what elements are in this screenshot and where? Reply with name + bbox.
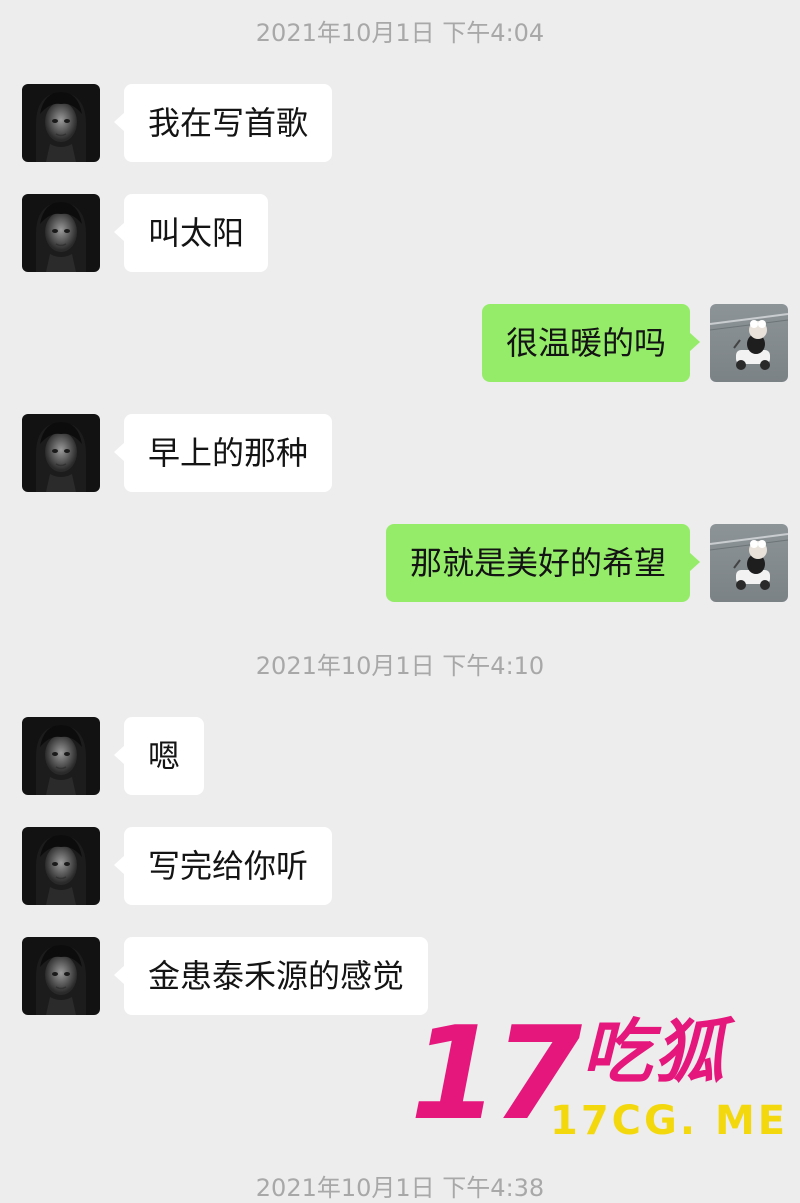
dark-portrait-icon [22, 937, 100, 1015]
contact-avatar[interactable] [22, 194, 100, 272]
dark-portrait-icon [22, 414, 100, 492]
dark-portrait-icon [22, 827, 100, 905]
contact-avatar[interactable] [22, 84, 100, 162]
contact-avatar[interactable] [22, 937, 100, 1015]
message-bubble-incoming[interactable]: 早上的那种 [113, 414, 333, 492]
dark-portrait-icon [22, 194, 100, 272]
message-bubble-incoming[interactable]: 金患泰禾源的感觉 [113, 937, 429, 1015]
watermark-name: 吃狐 [582, 1011, 726, 1093]
message-bubble-incoming[interactable]: 写完给你听 [113, 827, 333, 905]
contact-avatar[interactable] [22, 717, 100, 795]
message-bubble-outgoing[interactable]: 那就是美好的希望 [385, 524, 701, 602]
contact-avatar[interactable] [22, 827, 100, 905]
message-bubble-outgoing[interactable]: 很温暖的吗 [481, 304, 701, 382]
timestamp: 2021年10月1日 下午4:04 [255, 19, 545, 47]
message-bubble-incoming[interactable]: 我在写首歌 [113, 84, 333, 162]
timestamp: 2021年10月1日 下午4:38 [255, 1174, 545, 1202]
scooter-photo-icon [710, 304, 788, 382]
contact-avatar[interactable] [22, 414, 100, 492]
dark-portrait-icon [22, 84, 100, 162]
my-avatar[interactable] [710, 304, 788, 382]
scooter-photo-icon [710, 524, 788, 602]
message-bubble-incoming[interactable]: 叫太阳 [113, 194, 269, 272]
watermark-domain: 17CG. ME [550, 1098, 789, 1144]
message-bubble-incoming[interactable]: 嗯 [113, 717, 205, 795]
my-avatar[interactable] [710, 524, 788, 602]
watermark-logo: 17 吃狐 17CG. ME [410, 1010, 800, 1150]
dark-portrait-icon [22, 717, 100, 795]
timestamp: 2021年10月1日 下午4:10 [255, 652, 545, 680]
